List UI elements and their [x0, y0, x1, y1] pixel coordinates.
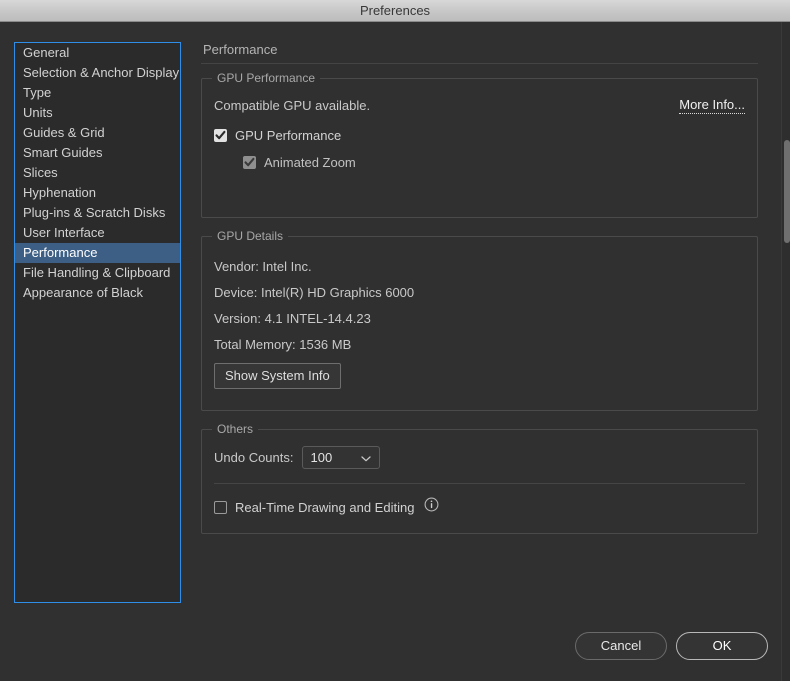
page-title: Performance — [203, 42, 758, 57]
animated-zoom-checkbox-row[interactable]: Animated Zoom — [243, 155, 745, 170]
others-divider — [214, 483, 745, 484]
sidebar-item-slices[interactable]: Slices — [15, 163, 180, 183]
realtime-drawing-checkbox[interactable] — [214, 501, 227, 514]
gpu-performance-checkbox-label: GPU Performance — [235, 128, 341, 143]
cancel-button[interactable]: Cancel — [575, 632, 667, 660]
preferences-main-pane: Performance GPU Performance Compatible G… — [201, 42, 758, 552]
undo-counts-row: Undo Counts: 100 — [214, 446, 745, 469]
window-title: Preferences — [0, 0, 790, 21]
sidebar-item-plug-ins-scratch-disks[interactable]: Plug-ins & Scratch Disks — [15, 203, 180, 223]
preferences-category-list[interactable]: GeneralSelection & Anchor DisplayTypeUni… — [14, 42, 181, 603]
info-icon[interactable] — [424, 497, 439, 517]
checkmark-icon — [215, 130, 226, 141]
dialog-footer: Cancel OK — [575, 632, 768, 660]
sidebar-item-hyphenation[interactable]: Hyphenation — [15, 183, 180, 203]
ok-button[interactable]: OK — [676, 632, 768, 660]
others-legend: Others — [212, 422, 258, 436]
animated-zoom-checkbox-label: Animated Zoom — [264, 155, 356, 170]
checkmark-icon — [244, 157, 255, 168]
realtime-drawing-row[interactable]: Real-Time Drawing and Editing — [214, 497, 745, 517]
sidebar-item-type[interactable]: Type — [15, 83, 180, 103]
gpu-details-group: GPU Details Vendor: Intel Inc.Device: In… — [201, 236, 758, 411]
gpu-detail-line: Version: 4.1 INTEL-14.4.23 — [214, 311, 745, 326]
gpu-detail-line: Vendor: Intel Inc. — [214, 259, 745, 274]
scrollbar-thumb[interactable] — [784, 140, 790, 243]
gpu-performance-checkbox-row[interactable]: GPU Performance — [214, 128, 745, 143]
more-info-link[interactable]: More Info... — [679, 97, 745, 114]
undo-counts-label: Undo Counts: — [214, 450, 294, 465]
sidebar-item-general[interactable]: General — [15, 43, 180, 63]
gpu-status-row: Compatible GPU available. More Info... — [214, 97, 745, 114]
realtime-drawing-label: Real-Time Drawing and Editing — [235, 500, 414, 515]
gpu-status-text: Compatible GPU available. — [214, 98, 370, 113]
chevron-down-icon — [361, 450, 371, 465]
sidebar-item-file-handling-clipboard[interactable]: File Handling & Clipboard — [15, 263, 180, 283]
page-title-divider — [201, 63, 758, 64]
animated-zoom-checkbox[interactable] — [243, 156, 256, 169]
gpu-detail-line: Device: Intel(R) HD Graphics 6000 — [214, 285, 745, 300]
gpu-performance-group: GPU Performance Compatible GPU available… — [201, 78, 758, 218]
vertical-scrollbar[interactable] — [781, 22, 790, 681]
gpu-details-list: Vendor: Intel Inc. Device: Intel(R) HD Gr… — [214, 259, 745, 352]
gpu-performance-checkbox[interactable] — [214, 129, 227, 142]
show-system-info-button[interactable]: Show System Info — [214, 363, 341, 389]
sidebar-item-appearance-of-black[interactable]: Appearance of Black — [15, 283, 180, 303]
sidebar-item-performance[interactable]: Performance — [15, 243, 180, 263]
others-group: Others Undo Counts: 100 — [201, 429, 758, 534]
title-bar: Preferences — [0, 0, 790, 22]
undo-counts-select[interactable]: 100 — [302, 446, 380, 469]
sidebar-item-units[interactable]: Units — [15, 103, 180, 123]
preferences-dialog: Preferences GeneralSelection & Anchor Di… — [0, 0, 790, 681]
sidebar-item-user-interface[interactable]: User Interface — [15, 223, 180, 243]
undo-counts-value: 100 — [303, 450, 333, 465]
gpu-performance-legend: GPU Performance — [212, 71, 320, 85]
sidebar-item-smart-guides[interactable]: Smart Guides — [15, 143, 180, 163]
dialog-body: GeneralSelection & Anchor DisplayTypeUni… — [0, 22, 790, 681]
sidebar-item-selection-anchor-display[interactable]: Selection & Anchor Display — [15, 63, 180, 83]
sidebar-item-guides-grid[interactable]: Guides & Grid — [15, 123, 180, 143]
gpu-details-legend: GPU Details — [212, 229, 288, 243]
gpu-detail-line: Total Memory: 1536 MB — [214, 337, 745, 352]
